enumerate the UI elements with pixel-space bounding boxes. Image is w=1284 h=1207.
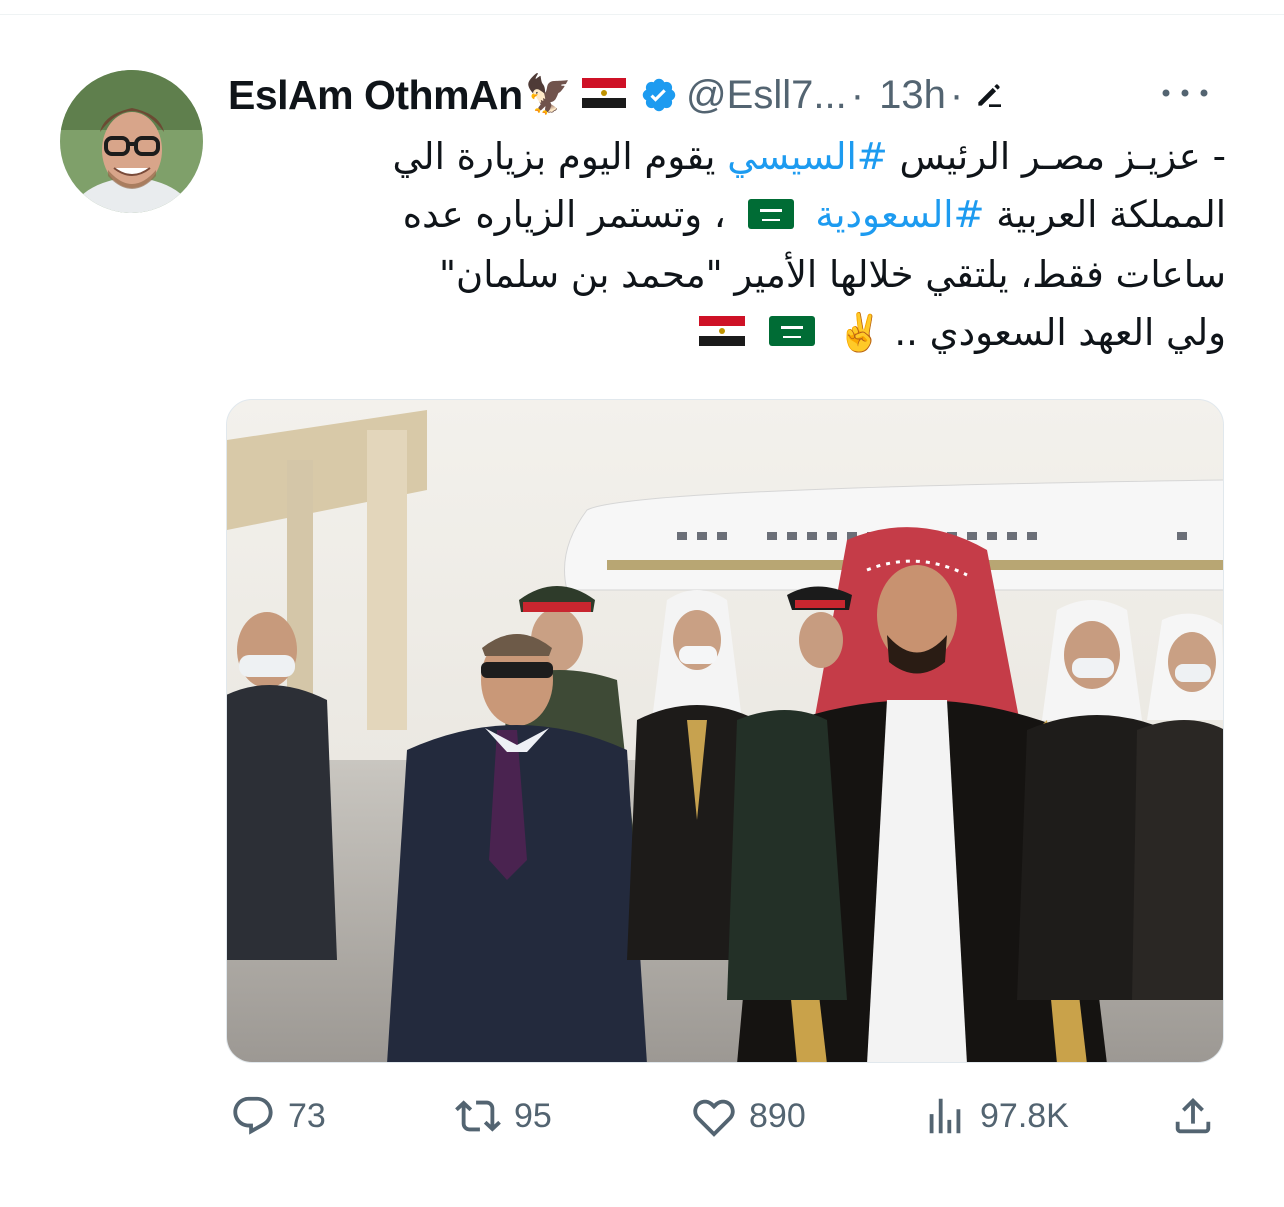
tweet-meta: @Esll7... · 13h · bbox=[686, 73, 967, 118]
author-handle[interactable]: @Esll7... bbox=[686, 73, 847, 117]
meta-separator-1: · bbox=[850, 72, 865, 117]
egypt-flag-icon bbox=[699, 305, 745, 363]
hashtag-link[interactable]: #السيسي bbox=[727, 135, 888, 178]
tweet-text-line-3: ساعات فقط، يلتقي خلالها الأمير "محمد بن … bbox=[439, 252, 1226, 296]
top-divider bbox=[0, 14, 1284, 15]
text-segment: ، وتستمر الزياره عده bbox=[402, 193, 738, 236]
edit-icon[interactable] bbox=[973, 79, 1005, 111]
author-name[interactable]: EslAm OthmAn bbox=[228, 72, 523, 119]
text-segment: يقوم اليوم بزيارة الي bbox=[392, 135, 728, 178]
tweet-actions: 73 95 890 97.8K bbox=[226, 1086, 1224, 1146]
photo-illustration bbox=[227, 400, 1223, 1062]
text-segment: المملكة العربية bbox=[984, 193, 1226, 236]
eagle-icon: 🦅 bbox=[524, 74, 573, 116]
repost-icon bbox=[455, 1100, 501, 1132]
reply-count: 73 bbox=[288, 1096, 326, 1135]
victory-hand-icon: ✌️ bbox=[836, 310, 883, 354]
tweet-header: EslAm OthmAn 🦅 @Esll7... · 13h · bbox=[228, 64, 1228, 126]
hashtag-link[interactable]: #السعودية bbox=[815, 193, 984, 236]
tweet-text-line-2: المملكة العربية #السعودية ، وتستمر الزيا… bbox=[240, 186, 1226, 246]
repost-button[interactable]: 95 bbox=[454, 1086, 552, 1146]
reply-button[interactable]: 73 bbox=[230, 1086, 326, 1146]
tweet-text-line-1: - عزيـز مصـر الرئيس #السيسي يقوم اليوم ب… bbox=[240, 128, 1226, 186]
views-count: 97.8K bbox=[980, 1096, 1069, 1135]
text-segment: - عزيـز مصـر الرئيس bbox=[887, 135, 1226, 178]
saudi-flag-icon bbox=[768, 305, 815, 363]
tweet-text: - عزيـز مصـر الرئيس #السيسي يقوم اليوم ب… bbox=[240, 128, 1226, 363]
avatar-image bbox=[60, 70, 203, 213]
like-icon bbox=[693, 1099, 735, 1137]
tweet-text-line-4: ولي العهد السعودي .. ✌️ bbox=[240, 304, 1226, 364]
like-count: 890 bbox=[749, 1096, 806, 1135]
reply-icon bbox=[233, 1096, 273, 1135]
meta-separator-2: · bbox=[949, 72, 964, 117]
repost-count: 95 bbox=[514, 1096, 552, 1135]
avatar[interactable] bbox=[60, 70, 203, 213]
text-segment: ولي العهد السعودي .. bbox=[882, 310, 1226, 354]
verified-badge-icon[interactable] bbox=[640, 76, 678, 114]
views-icon bbox=[929, 1098, 961, 1134]
tweet-photo[interactable] bbox=[226, 399, 1224, 1063]
views-button[interactable]: 97.8K bbox=[922, 1086, 1069, 1146]
share-icon bbox=[1175, 1097, 1211, 1134]
more-icon[interactable] bbox=[1150, 76, 1220, 110]
saudi-flag-icon bbox=[747, 188, 794, 246]
egypt-flag-icon bbox=[582, 77, 627, 113]
tweet-time[interactable]: 13h bbox=[879, 73, 946, 117]
share-button[interactable] bbox=[1170, 1086, 1228, 1146]
like-button[interactable]: 890 bbox=[691, 1086, 806, 1146]
